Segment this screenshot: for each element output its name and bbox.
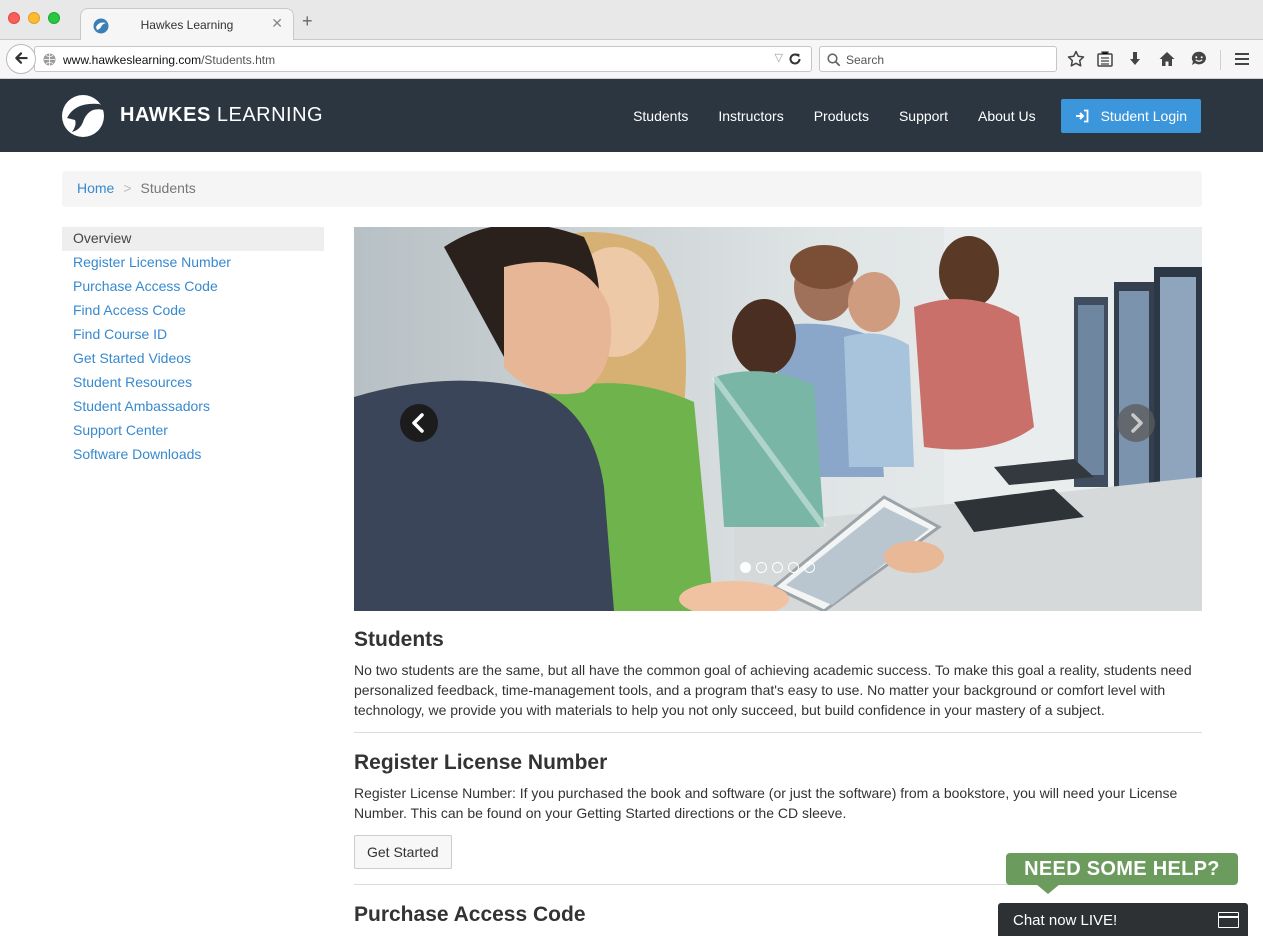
sidebar-item-overview[interactable]: Overview [62, 227, 324, 251]
carousel-dot-2[interactable] [756, 562, 767, 573]
nav-students[interactable]: Students [633, 108, 688, 124]
hero-carousel[interactable] [354, 227, 1202, 611]
students-heading: Students [354, 628, 444, 651]
chevron-left-icon [412, 413, 424, 433]
register-license-section: Register License Number Register License… [354, 749, 1202, 869]
carousel-next-button[interactable] [1117, 404, 1155, 442]
live-chat-bar[interactable]: Chat now LIVE! [998, 903, 1248, 936]
carousel-indicators [740, 562, 820, 573]
sidebar-item-find-access-code[interactable]: Find Access Code [62, 299, 324, 323]
section-divider [354, 732, 1202, 733]
sidebar-item-support-center[interactable]: Support Center [62, 419, 324, 443]
bookmark-star-icon[interactable] [1067, 50, 1085, 68]
students-section: Students No two students are the same, b… [354, 626, 1202, 720]
toolbar-divider [1220, 50, 1221, 70]
back-arrow-icon [15, 52, 28, 64]
minimize-window-button[interactable] [28, 12, 40, 24]
sidebar-item-find-course-id[interactable]: Find Course ID [62, 323, 324, 347]
breadcrumb-separator: > [123, 180, 132, 196]
sidebar-item-get-started-videos[interactable]: Get Started Videos [62, 347, 324, 371]
hamburger-menu-icon[interactable] [1233, 50, 1251, 68]
reload-icon[interactable] [787, 50, 803, 68]
carousel-dot-4[interactable] [788, 562, 799, 573]
breadcrumb: Home > Students [62, 171, 1202, 207]
logo-wordmark-light: LEARNING [216, 104, 324, 126]
sidebar-item-software-downloads[interactable]: Software Downloads [62, 443, 324, 467]
chat-smiley-icon[interactable] [1190, 50, 1208, 68]
sidebar-item-purchase-access-code[interactable]: Purchase Access Code [62, 275, 324, 299]
hawkes-logo[interactable]: HAWKES LEARNING [61, 94, 323, 138]
hawk-logo-icon [62, 95, 107, 137]
tab-title: Hawkes Learning [140, 18, 234, 32]
get-started-button[interactable]: Get Started [354, 835, 452, 869]
register-license-text: Register License Number: If you purchase… [354, 785, 1178, 821]
chat-now-label: Chat now LIVE! [1013, 912, 1118, 929]
url-text: www.hawkeslearning.com/Students.htm [63, 53, 275, 67]
url-path: /Students.htm [201, 53, 276, 67]
logo-wordmark: HAWKES LEARNING [120, 104, 323, 127]
sidebar-item-student-ambassadors[interactable]: Student Ambassadors [62, 395, 324, 419]
globe-icon [43, 53, 56, 66]
browser-toolbar: www.hawkeslearning.com/Students.htm ▽ [0, 40, 1263, 79]
chat-window-icon[interactable] [1218, 912, 1239, 928]
nav-products[interactable]: Products [814, 108, 869, 124]
new-tab-icon[interactable]: + [302, 12, 313, 30]
nav-about-us[interactable]: About Us [978, 108, 1036, 124]
nav-support[interactable]: Support [899, 108, 948, 124]
browser-tab[interactable]: Hawkes Learning ✕ [80, 8, 294, 41]
back-button[interactable] [6, 44, 36, 74]
carousel-dot-5[interactable] [804, 562, 815, 573]
students-classroom-photo [354, 227, 1202, 611]
search-icon [827, 53, 841, 67]
home-icon[interactable] [1158, 50, 1176, 68]
carousel-dot-3[interactable] [772, 562, 783, 573]
carousel-dot-1[interactable] [740, 562, 751, 573]
sidebar-item-student-resources[interactable]: Student Resources [62, 371, 324, 395]
main-nav: Students Instructors Products Support Ab… [633, 79, 1201, 152]
sign-in-icon [1075, 109, 1088, 122]
browser-tab-bar: Hawkes Learning ✕ + [0, 0, 1263, 41]
reading-list-icon[interactable] [1096, 50, 1114, 68]
student-login-label: Student Login [1100, 107, 1187, 124]
download-icon[interactable] [1126, 50, 1144, 68]
carousel-prev-button[interactable] [400, 404, 438, 442]
student-login-button[interactable]: Student Login [1060, 98, 1201, 133]
address-bar[interactable]: www.hawkeslearning.com/Students.htm ▽ [34, 46, 812, 72]
url-host: www.hawkeslearning.com [63, 53, 202, 67]
zoom-window-button[interactable] [48, 12, 60, 24]
sidebar-nav: Overview Register License Number Purchas… [62, 227, 324, 467]
help-bubble-tail [1036, 884, 1060, 894]
site-header: HAWKES LEARNING Students Instructors Pro… [0, 79, 1263, 152]
search-input[interactable] [846, 51, 1046, 68]
breadcrumb-home-link[interactable]: Home [77, 180, 114, 196]
close-tab-icon[interactable]: ✕ [271, 15, 283, 32]
sidebar-item-register-license-number[interactable]: Register License Number [62, 251, 324, 275]
students-intro-text: No two students are the same, but all ha… [354, 662, 1192, 718]
browser-search-box[interactable] [819, 46, 1057, 72]
logo-wordmark-bold: HAWKES [120, 104, 211, 126]
nav-instructors[interactable]: Instructors [718, 108, 783, 124]
url-history-dropdown-icon[interactable]: ▽ [775, 51, 783, 64]
close-window-button[interactable] [8, 12, 20, 24]
chevron-right-icon [1131, 413, 1143, 433]
breadcrumb-current: Students [140, 180, 196, 196]
need-help-bubble[interactable]: NEED SOME HELP? [1006, 853, 1238, 885]
register-license-heading: Register License Number [354, 751, 608, 774]
